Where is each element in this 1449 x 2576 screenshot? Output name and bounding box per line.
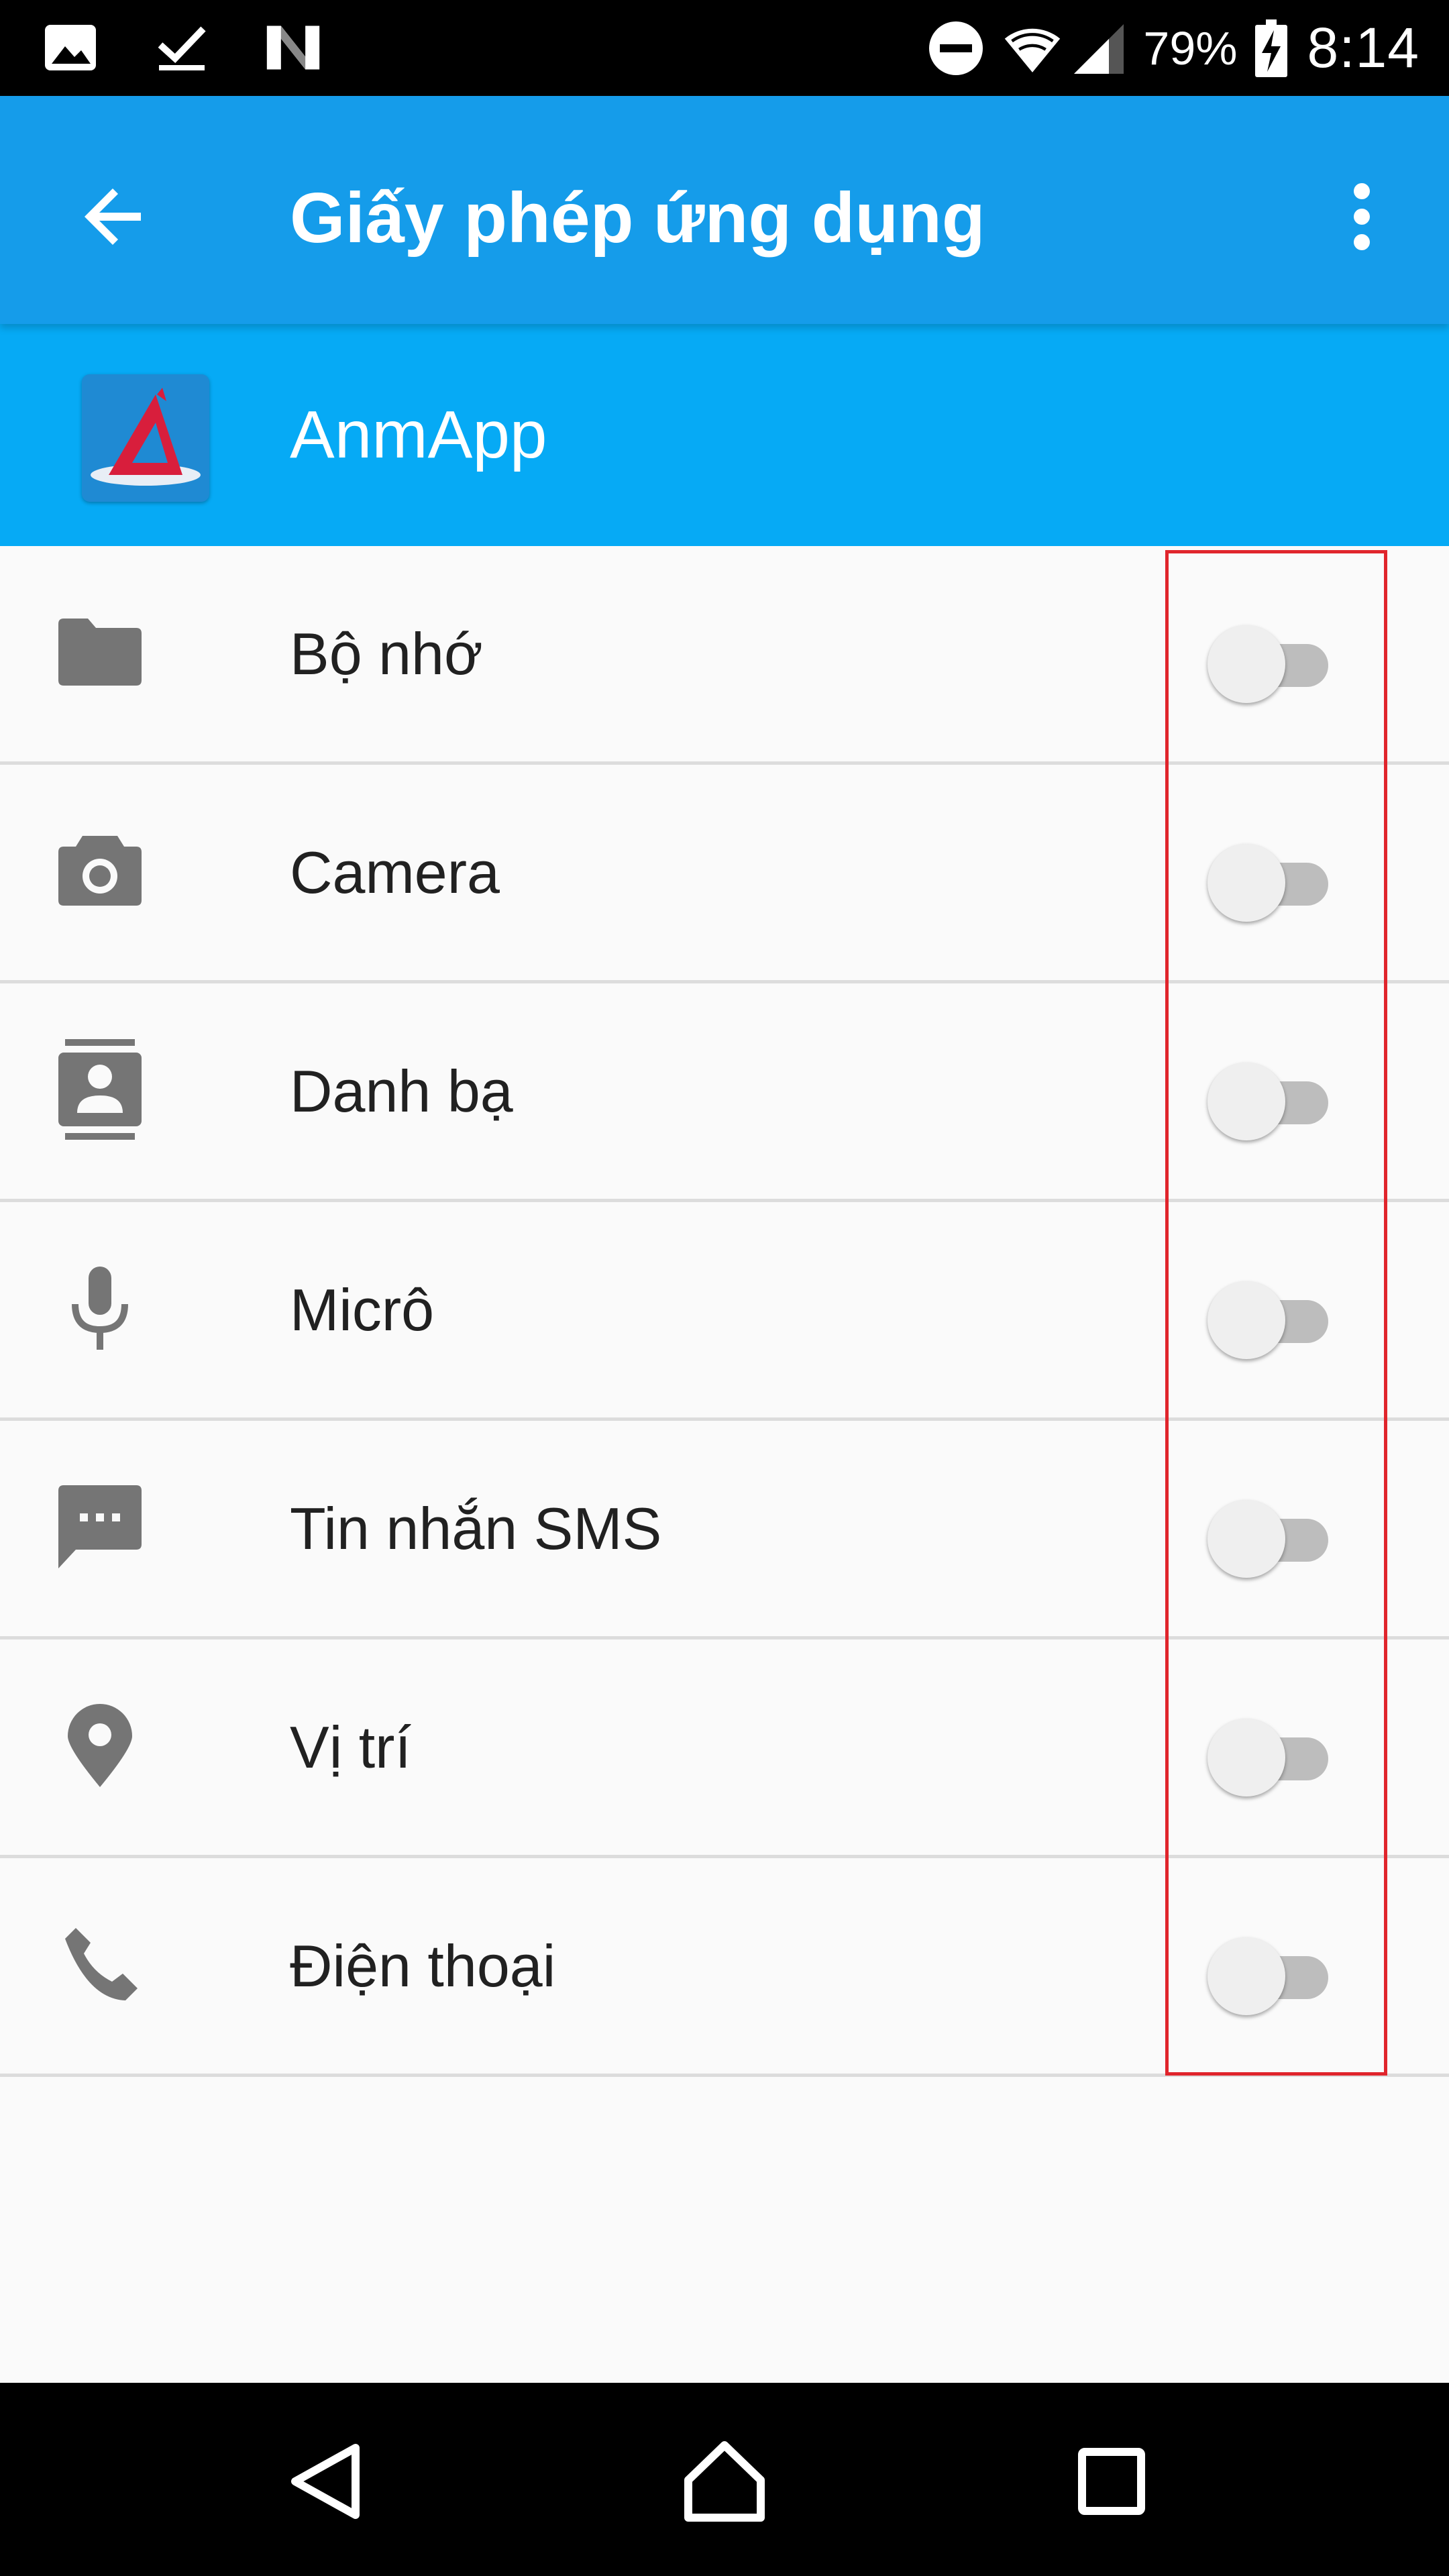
permission-row-sms[interactable]: Tin nhắn SMS: [0, 1421, 1449, 1640]
sms-icon: [56, 1483, 144, 1570]
back-button[interactable]: [67, 171, 161, 265]
folder-icon: [56, 608, 144, 696]
image-icon: [42, 19, 99, 76]
arrow-back-icon: [82, 184, 146, 252]
wifi-icon: [1004, 19, 1061, 77]
permission-list: Bộ nhớ Camera Danh bạ Micrô Tin nhắn SMS: [0, 546, 1449, 2077]
nav-back-button[interactable]: [268, 2426, 382, 2540]
app-header: AnmApp: [0, 324, 1449, 546]
navigation-bar: [0, 2383, 1449, 2576]
permission-toggle[interactable]: [1208, 1057, 1342, 1140]
download-done-icon: [153, 19, 211, 76]
clock: 8:14: [1307, 16, 1419, 79]
status-bar: 79% 8:14: [0, 0, 1449, 96]
home-icon: [683, 2440, 766, 2526]
permission-label: Điện thoại: [290, 1933, 556, 1999]
permission-toggle[interactable]: [1208, 1713, 1342, 1796]
permission-row-location[interactable]: Vị trí: [0, 1640, 1449, 1858]
n-logo-icon: [264, 19, 322, 76]
permission-row-camera[interactable]: Camera: [0, 765, 1449, 983]
recents-icon: [1078, 2447, 1145, 2518]
nav-recents-button[interactable]: [1055, 2426, 1169, 2540]
permission-toggle[interactable]: [1208, 1276, 1342, 1359]
permission-row-microphone[interactable]: Micrô: [0, 1202, 1449, 1421]
mic-icon: [56, 1265, 144, 1352]
permission-toggle[interactable]: [1208, 839, 1342, 922]
page-title: Giấy phép ứng dụng: [290, 178, 985, 258]
permission-label: Micrô: [290, 1277, 435, 1343]
nav-home-button[interactable]: [667, 2426, 782, 2540]
signal-icon: [1069, 19, 1127, 77]
phone-icon: [56, 1921, 144, 2008]
overflow-menu-button[interactable]: [1315, 171, 1409, 265]
permission-row-contacts[interactable]: Danh bạ: [0, 983, 1449, 1202]
permission-label: Bộ nhớ: [290, 621, 483, 687]
permission-label: Vị trí: [290, 1714, 411, 1780]
contacts-icon: [56, 1039, 144, 1140]
app-bar: Giấy phép ứng dụng: [0, 96, 1449, 324]
permission-row-phone[interactable]: Điện thoại: [0, 1858, 1449, 2077]
permission-label: Tin nhắn SMS: [290, 1495, 662, 1562]
more-vert-icon: [1352, 182, 1372, 254]
camera-icon: [56, 827, 144, 914]
permission-label: Danh bạ: [290, 1058, 513, 1124]
do-not-disturb-icon: [927, 19, 985, 77]
location-icon: [56, 1702, 144, 1789]
back-triangle-icon: [288, 2443, 362, 2524]
permission-toggle[interactable]: [1208, 620, 1342, 703]
app-logo: [82, 374, 209, 502]
permission-label: Camera: [290, 839, 500, 906]
battery-charging-icon: [1252, 19, 1290, 77]
app-name: AnmApp: [290, 397, 547, 472]
permission-toggle[interactable]: [1208, 1932, 1342, 2015]
permission-toggle[interactable]: [1208, 1495, 1342, 1578]
battery-percent: 79%: [1143, 21, 1238, 74]
permission-row-storage[interactable]: Bộ nhớ: [0, 546, 1449, 765]
